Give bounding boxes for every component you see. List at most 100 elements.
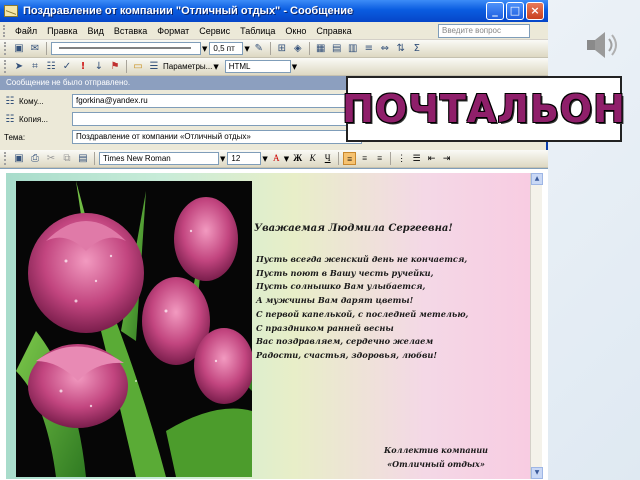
line-style-dropdown[interactable] bbox=[51, 42, 201, 55]
print-icon[interactable]: ⎙ bbox=[28, 152, 42, 165]
subject-label: Тема: bbox=[4, 132, 26, 142]
to-field[interactable]: fgorkina@yandex.ru bbox=[72, 94, 362, 108]
close-button[interactable]: × bbox=[526, 2, 544, 20]
sum-icon[interactable]: Σ bbox=[410, 42, 424, 55]
split-cells-icon[interactable]: ▥ bbox=[346, 42, 360, 55]
line-style-preview bbox=[59, 47, 191, 49]
menu-format[interactable]: Формат bbox=[152, 26, 194, 36]
toolbar-grip[interactable] bbox=[4, 60, 7, 73]
options-icon[interactable]: ☰ bbox=[147, 60, 161, 73]
chevron-down-icon[interactable]: ▼ bbox=[213, 63, 218, 71]
help-search-input[interactable]: Введите вопрос bbox=[438, 23, 530, 38]
message-body[interactable]: Уважаемая Людмила Сергеевна! Пусть всегд… bbox=[0, 168, 548, 480]
toolbar-separator bbox=[126, 60, 127, 73]
to-button[interactable]: ☷ Кому... bbox=[4, 94, 64, 108]
subject-field[interactable]: Поздравление от компании «Отличный отдых… bbox=[72, 130, 362, 144]
poem-line: С праздником ранней весны bbox=[256, 322, 394, 333]
chevron-down-icon[interactable]: ▼ bbox=[202, 45, 207, 53]
save-icon[interactable]: ▣ bbox=[12, 152, 26, 165]
poem-line: Пусть солнышко Вам улыбается, bbox=[256, 281, 426, 292]
scroll-down-icon[interactable]: ▼ bbox=[531, 467, 543, 479]
menu-insert[interactable]: Вставка bbox=[109, 26, 152, 36]
toolbar-separator bbox=[269, 42, 271, 55]
paste-icon[interactable]: ▤ bbox=[76, 152, 90, 165]
borders-icon[interactable]: ⊞ bbox=[275, 42, 289, 55]
title-bar[interactable]: Поздравление от компании "Отличный отдых… bbox=[0, 0, 548, 22]
poem-line: Пусть всегда женский день не кончается, bbox=[256, 254, 468, 264]
check-names-icon[interactable]: ✓ bbox=[60, 60, 74, 73]
menu-bar: Файл Правка Вид Вставка Формат Сервис Та… bbox=[0, 22, 548, 40]
folder-icon[interactable]: ▭ bbox=[131, 60, 145, 73]
save-icon[interactable]: ▣ bbox=[12, 42, 26, 55]
merge-cells-icon[interactable]: ▤ bbox=[330, 42, 344, 55]
align-left-icon[interactable]: ≡ bbox=[343, 152, 357, 165]
options-button[interactable]: Параметры... bbox=[163, 62, 212, 71]
line-width-dropdown[interactable]: 0,5 пт bbox=[209, 42, 244, 55]
address-book-icon: ☷ bbox=[5, 95, 15, 107]
poem-line: Вас поздравляем, сердечно желаем bbox=[256, 336, 434, 347]
send-icon[interactable]: ➤ bbox=[12, 60, 26, 73]
align-right-icon[interactable]: ≡ bbox=[373, 152, 386, 165]
copy-icon[interactable]: ⧉ bbox=[60, 152, 74, 165]
minimize-button[interactable]: _ bbox=[486, 2, 504, 20]
envelope-icon[interactable]: ✉ bbox=[28, 42, 42, 55]
toolbar-grip[interactable] bbox=[4, 152, 7, 165]
maximize-button[interactable]: □ bbox=[506, 2, 524, 20]
bulleted-list-icon[interactable]: ☰ bbox=[410, 152, 423, 165]
menu-grip[interactable] bbox=[3, 24, 7, 37]
attach-icon[interactable]: ⌗ bbox=[28, 60, 42, 73]
vertical-scrollbar[interactable]: ▲ ▼ bbox=[530, 173, 543, 479]
menu-view[interactable]: Вид bbox=[83, 26, 109, 36]
signature-line: Коллектив компании bbox=[384, 445, 488, 455]
chevron-down-icon[interactable]: ▼ bbox=[262, 155, 267, 163]
address-book-icon[interactable]: ☷ bbox=[44, 60, 58, 73]
message-window: Поздравление от компании "Отличный отдых… bbox=[0, 0, 548, 480]
scroll-up-icon[interactable]: ▲ bbox=[531, 173, 543, 185]
cc-field[interactable] bbox=[72, 112, 362, 126]
underline-icon[interactable]: Ч bbox=[321, 152, 334, 165]
chevron-down-icon[interactable]: ▼ bbox=[244, 45, 249, 53]
table-icon[interactable]: ▦ bbox=[314, 42, 328, 55]
increase-indent-icon[interactable]: ⇥ bbox=[440, 152, 453, 165]
poem-line: Пусть поют в Вашу честь ручейки, bbox=[256, 267, 434, 278]
align-center-icon[interactable]: ≡ bbox=[358, 152, 371, 165]
format-dropdown[interactable]: HTML bbox=[224, 60, 291, 73]
shading-icon[interactable]: ◈ bbox=[291, 42, 305, 55]
menu-tools[interactable]: Сервис bbox=[194, 26, 235, 36]
cc-button[interactable]: ☷ Копия... bbox=[4, 112, 64, 126]
pen-icon[interactable]: ✎ bbox=[252, 42, 266, 55]
font-dropdown[interactable]: Times New Roman bbox=[99, 152, 219, 165]
window-controls: _ □ × bbox=[486, 2, 544, 20]
tulips-image bbox=[16, 181, 252, 477]
speaker-icon[interactable] bbox=[585, 30, 621, 60]
menu-table[interactable]: Таблица bbox=[235, 26, 280, 36]
high-importance-icon[interactable]: ! bbox=[76, 60, 90, 73]
flag-icon[interactable]: ⚑ bbox=[108, 60, 122, 73]
toolbar-grip[interactable] bbox=[4, 42, 7, 55]
poem-line: Радости, счастья, здоровья, любви! bbox=[256, 349, 437, 360]
cut-icon[interactable]: ✂ bbox=[44, 152, 58, 165]
distribute-icon[interactable]: ⇔ bbox=[378, 42, 392, 55]
sort-icon[interactable]: ⇅ bbox=[394, 42, 408, 55]
font-size-dropdown[interactable]: 12 bbox=[227, 152, 262, 165]
chevron-down-icon[interactable]: ▼ bbox=[292, 63, 297, 71]
menu-file[interactable]: Файл bbox=[10, 26, 42, 36]
align-icon[interactable]: ≡ bbox=[362, 42, 376, 55]
address-book-icon: ☷ bbox=[5, 113, 15, 125]
tulip-photo bbox=[16, 181, 252, 477]
font-color-icon[interactable]: A bbox=[270, 152, 283, 165]
toolbar-separator bbox=[390, 152, 392, 165]
decrease-indent-icon[interactable]: ⇤ bbox=[425, 152, 438, 165]
bold-icon[interactable]: Ж bbox=[291, 152, 304, 165]
chevron-down-icon[interactable]: ▼ bbox=[284, 155, 289, 163]
menu-edit[interactable]: Правка bbox=[42, 26, 82, 36]
letter-signature: Коллектив компании «Отличный отдых» bbox=[346, 443, 526, 471]
chevron-down-icon[interactable]: ▼ bbox=[220, 155, 225, 163]
low-importance-icon[interactable]: ↓ bbox=[92, 60, 106, 73]
poem-line: С первой капелькой, с последней метелью, bbox=[256, 308, 469, 319]
menu-window[interactable]: Окно bbox=[280, 26, 311, 36]
menu-help[interactable]: Справка bbox=[311, 26, 356, 36]
toolbar-separator bbox=[338, 152, 340, 165]
italic-icon[interactable]: К bbox=[306, 152, 319, 165]
numbered-list-icon[interactable]: ⋮ bbox=[395, 152, 408, 165]
